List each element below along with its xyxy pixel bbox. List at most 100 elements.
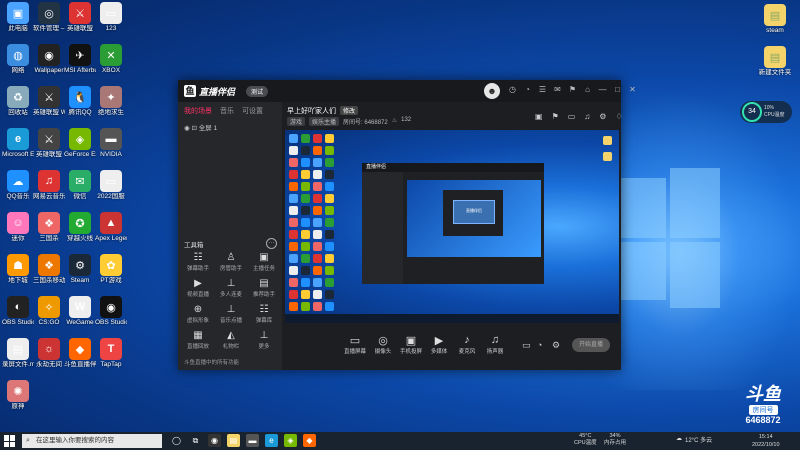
titlebar-icon[interactable]: ✉ [553, 85, 562, 94]
tab-1[interactable]: 音乐 [220, 106, 234, 116]
toolbar-icon[interactable]: ▣ [535, 112, 543, 121]
stream-preview[interactable]: 直播伴侣 直播伴侣 [285, 130, 619, 323]
left-footer[interactable]: 斗鱼直播中的所有功能 [184, 358, 239, 366]
desktop-icon[interactable]: ▤ steam [755, 4, 795, 35]
titlebar-icon[interactable]: ⚑ [568, 85, 577, 94]
taskbar-app-icon[interactable]: e [265, 434, 278, 447]
taskbar-app-icon[interactable]: ▬ [246, 434, 259, 447]
desktop-icon[interactable]: ◉ OBS Studio [95, 296, 127, 327]
desktop-icon[interactable]: ◎软件管理 – 壁纸 [33, 2, 65, 33]
bottom-tool-icon[interactable]: ▭ [522, 340, 531, 351]
taskbar-memory[interactable]: 34% 内存占用 [604, 433, 626, 447]
tool-item[interactable]: ▦ 直播回放 [182, 330, 214, 350]
desktop-icon[interactable]: ✈MSI Afterburner [64, 44, 96, 75]
titlebar-icon[interactable]: ✕ [628, 85, 637, 94]
desktop-icon[interactable]: ♫ 网易云音乐 [33, 170, 65, 201]
desktop-icon[interactable]: ☺ 迷你 [2, 212, 34, 243]
desktop-icon[interactable]: ⚙ Steam [64, 254, 96, 285]
desktop-icon[interactable]: ⚔英雄联盟 WeGame版 [33, 86, 65, 117]
bottom-tool-icon[interactable]: ◔ [537, 340, 542, 350]
taskbar-app-icon[interactable]: ◯ [170, 434, 183, 447]
cpu-temperature-widget[interactable]: 34 10% CPU温度 [740, 101, 792, 123]
tool-item[interactable]: ⊥ 更多 [248, 330, 280, 350]
start-button[interactable] [4, 435, 16, 447]
taskbar-app-icon[interactable]: ◉ [208, 434, 221, 447]
tool-item[interactable]: ⊥ 音乐点播 [215, 304, 247, 324]
taskbar-app-icon[interactable]: ◈ [284, 434, 297, 447]
titlebar-icon[interactable]: ☰ [538, 85, 547, 94]
toolbar-icon[interactable]: ♢ [615, 112, 622, 121]
taskbar-app-icon[interactable]: ◆ [303, 434, 316, 447]
source-button[interactable]: ▣ 手机投屏 [398, 334, 424, 355]
taskbar-app-icon[interactable]: ▤ [227, 434, 240, 447]
desktop-icon[interactable]: ◐ OBS Studio [2, 296, 34, 327]
scene-item[interactable]: ◉ ⊡ 全屏 1 [178, 120, 282, 134]
source-button[interactable]: ♫ 扬声器 [482, 334, 508, 355]
toolbar-icon[interactable]: ⚑ [552, 112, 559, 121]
desktop-icon[interactable]: ❖ 三国杀 [33, 212, 65, 243]
titlebar-icon[interactable]: ◔ [523, 85, 532, 94]
desktop-icon[interactable]: ✪ 穿越火线 [64, 212, 96, 243]
start-live-button[interactable]: 开始直播 [572, 338, 610, 352]
desktop-icon[interactable]: ✕ XBOX [95, 44, 127, 75]
titlebar-icon[interactable]: — [598, 85, 607, 94]
tool-item[interactable]: ☷ 弹幕库 [248, 304, 280, 324]
desktop-icon[interactable]: ☼ 永劫无间 [33, 338, 65, 369]
source-button[interactable]: ▭ 直播屏幕 [342, 334, 368, 355]
desktop-icon[interactable]: ✧ CS:GO [33, 296, 65, 327]
desktop-icon[interactable]: ✦ 绝地求生 [95, 86, 127, 117]
desktop-icon[interactable]: ◍ 网络 [2, 44, 34, 75]
desktop-icon[interactable]: ▤ 新建文件夹 [755, 46, 795, 77]
desktop-icon[interactable]: ❖三国杀移动版 [33, 254, 65, 285]
tool-item[interactable]: ▤ 推荐助手 [248, 278, 280, 298]
desktop-icon[interactable]: 🐧 腾讯QQ [64, 86, 96, 117]
source-button[interactable]: ♪ 麦克风 [454, 334, 480, 355]
tab-2[interactable]: 可设置 [242, 106, 263, 116]
desktop-icon[interactable]: ▬ NVIDIA [95, 128, 127, 159]
eye-icon[interactable]: ◉ [184, 125, 190, 132]
desktop-icon[interactable]: ✺ 原神 [2, 380, 34, 411]
desktop-icon[interactable]: ✿ PT游戏 [95, 254, 127, 285]
room-edit-tag[interactable]: 修改 [340, 106, 359, 115]
desktop-icon[interactable]: ☗ 地下城 [2, 254, 34, 285]
toolbar-icon[interactable]: ♫ [584, 112, 590, 121]
titlebar-icon[interactable]: ◷ [508, 85, 517, 94]
titlebar-icon[interactable]: ⌂ [583, 85, 592, 94]
desktop-icon[interactable]: T TapTap [95, 338, 127, 369]
tool-item[interactable]: ◭ 礼物栏 [215, 330, 247, 350]
room-subcategory[interactable]: 娱乐主播 [309, 117, 340, 126]
desktop-icon[interactable]: ▭ 2022国服 [95, 170, 127, 201]
desktop-icon[interactable]: ♻ 回收站 [2, 86, 34, 117]
lock-icon[interactable]: ⊡ [191, 125, 196, 132]
desktop-icon[interactable]: ◆斗鱼直播伴侣 [64, 338, 96, 369]
system-tray[interactable]: ☁ 12°C 多云 [676, 435, 712, 444]
desktop-icon[interactable]: W WeGame [64, 296, 96, 327]
room-title[interactable]: 早上好吖家人们 [287, 106, 336, 116]
desktop-icon[interactable]: ▲Apex Legends [95, 212, 127, 243]
desktop-icon[interactable]: ⚔ 英雄联盟 [64, 2, 96, 33]
desktop-icon[interactable]: ◈GeForce Experience [64, 128, 96, 159]
version-badge[interactable]: 测试 [246, 86, 269, 97]
tool-item[interactable]: ▶ 视频直播 [182, 278, 214, 298]
bottom-tool-icon[interactable]: ⚙ [552, 340, 560, 351]
tool-item[interactable]: ♙ 房管助手 [215, 252, 247, 272]
tool-item[interactable]: ⊕ 虚拟形象 [182, 304, 214, 324]
desktop-icon[interactable]: ◉ Wallpaper [33, 44, 65, 75]
tool-item[interactable]: ☷ 弹幕助手 [182, 252, 214, 272]
tab-0[interactable]: 我的场景 [184, 106, 212, 116]
taskbar-clock[interactable]: 15:14 2022/10/10 [752, 433, 780, 449]
desktop-icon[interactable]: ▤录屏文件.mp4 [2, 338, 34, 369]
desktop-icon[interactable]: ▣ 此电脑 [2, 2, 34, 33]
room-category[interactable]: 游戏 [287, 117, 306, 126]
desktop-icon[interactable]: ⚔ 英雄联盟 [33, 128, 65, 159]
taskbar-app-icon[interactable]: ⧉ [189, 434, 202, 447]
taskbar-search[interactable]: ⌕ 在这里输入你要搜索的内容 [22, 434, 162, 448]
tool-item[interactable]: ⊥ 多人连麦 [215, 278, 247, 298]
desktop-icon[interactable]: ✉ 微信 [64, 170, 96, 201]
source-button[interactable]: ◎ 摄像头 [370, 334, 396, 355]
desktop-icon[interactable]: ▭ 123 [95, 2, 127, 33]
desktop-icon[interactable]: eMicrosoft Edge [2, 128, 34, 159]
tool-item[interactable]: ▣ 主播任务 [248, 252, 280, 272]
toolbar-icon[interactable]: ▭ [568, 112, 576, 121]
avatar[interactable]: ☻ [484, 83, 500, 99]
